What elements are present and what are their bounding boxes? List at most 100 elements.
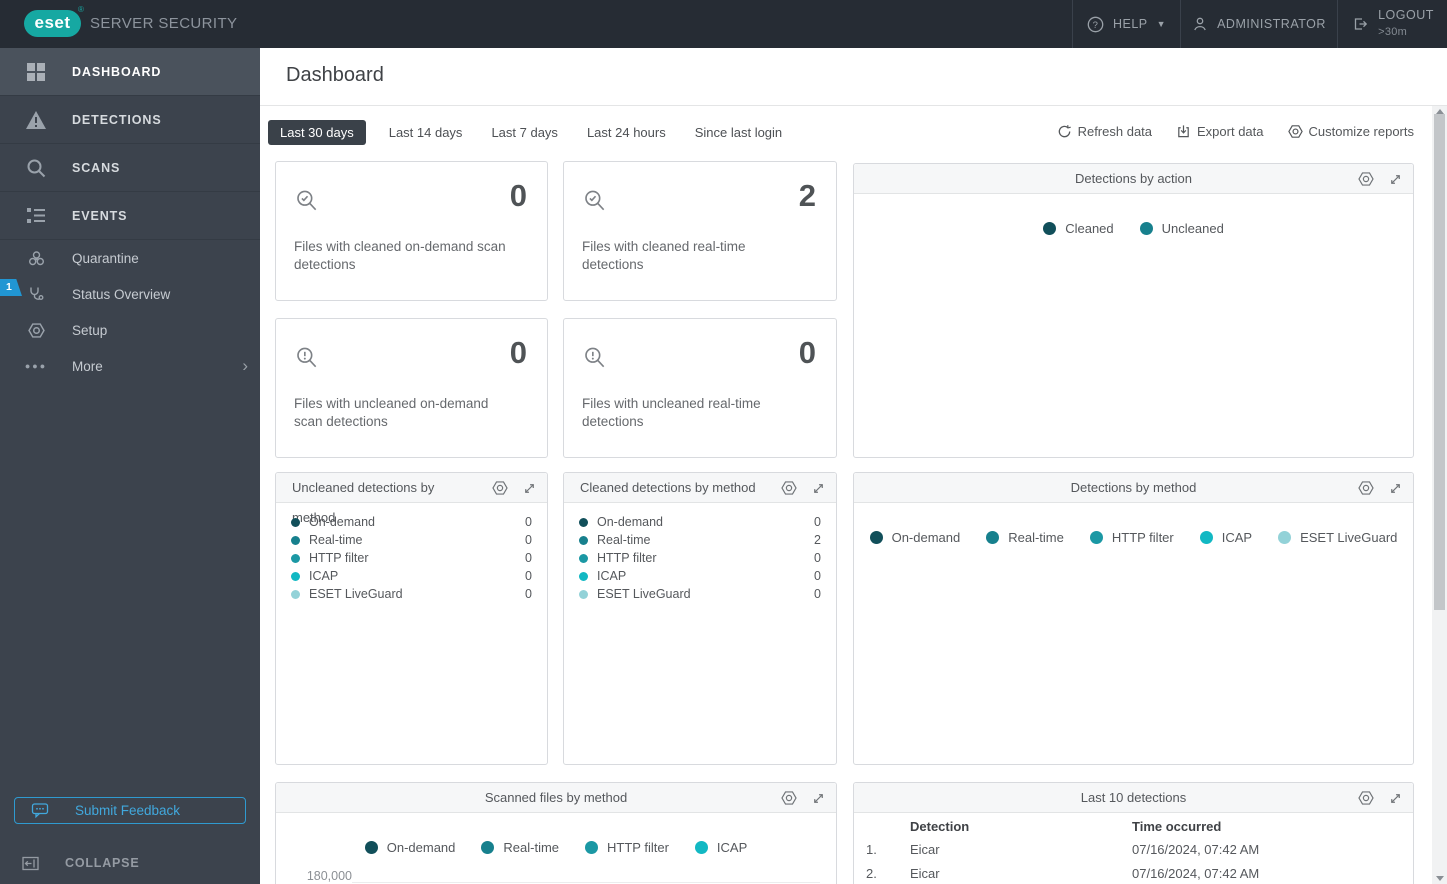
logout-label: LOGOUT <box>1378 8 1434 23</box>
legend-value: 0 <box>525 587 532 601</box>
panel-header: Scanned files by method <box>276 783 836 813</box>
sidebar-item-quarantine[interactable]: Quarantine <box>0 240 260 276</box>
legend-item: Real-time <box>481 840 559 855</box>
legend-dot <box>291 589 300 599</box>
refresh-data-button[interactable]: Refresh data <box>1057 124 1152 139</box>
gear-icon[interactable] <box>492 480 508 496</box>
vertical-scrollbar[interactable] <box>1432 106 1447 884</box>
y-axis-label: 180,000 <box>306 869 352 883</box>
export-data-button[interactable]: Export data <box>1176 124 1264 139</box>
refresh-label: Refresh data <box>1077 124 1153 139</box>
sidebar-item-label: SCANS <box>72 160 121 175</box>
card-value: 0 <box>509 335 527 370</box>
legend-label: ICAP <box>716 839 748 855</box>
sidebar-item-scans[interactable]: SCANS <box>0 144 260 192</box>
gear-icon <box>1287 124 1303 139</box>
eset-logo: eset <box>24 10 81 37</box>
summary-card-cleaned-real-time[interactable]: 2 Files with cleaned real-time detection… <box>563 161 837 301</box>
detections-by-action-panel: Detections by action 00.511.522.506/21/2… <box>853 163 1414 458</box>
legend-value: 0 <box>814 515 821 529</box>
sidebar-item-more[interactable]: ●●● More › <box>0 348 260 384</box>
expand-icon[interactable] <box>1388 791 1403 806</box>
scrollbar-thumb[interactable] <box>1434 114 1445 610</box>
help-label: HELP <box>1112 17 1148 31</box>
tab-last-14-days[interactable]: Last 14 days <box>383 120 469 145</box>
legend-dot <box>1043 221 1057 235</box>
legend-value: 0 <box>525 551 532 565</box>
legend-dot <box>1199 530 1213 544</box>
legend-label: Real-time <box>309 533 363 547</box>
panel-title: Scanned files by method <box>484 790 628 805</box>
table-cell: 1. <box>866 842 877 857</box>
summary-card-uncleaned-real-time[interactable]: 0 Files with uncleaned real-time detecti… <box>563 318 837 458</box>
legend-item: Real-time <box>986 530 1064 545</box>
tab-since-last-login[interactable]: Since last login <box>689 120 788 145</box>
legend-label: On-demand <box>891 529 961 545</box>
table-cell: 07/16/2024, 07:42 AM <box>1132 842 1260 857</box>
expand-icon[interactable] <box>1388 481 1403 496</box>
card-label: Files with cleaned on-demand scan detect… <box>294 239 506 273</box>
dashboard-toolbar: Refresh data Export data Customize repor… <box>1057 124 1414 139</box>
table-row[interactable]: 1. Eicar 07/16/2024, 07:42 AM <box>854 842 1259 866</box>
legend-label: ICAP <box>1221 529 1253 545</box>
gear-icon[interactable]: 00.511.522.506/21/202407/01/202407/09/20… <box>1358 171 1374 187</box>
logout-button[interactable]: LOGOUT >30m <box>1337 0 1447 48</box>
magnifier-alert-icon <box>294 345 320 376</box>
submit-feedback-button[interactable]: Submit Feedback <box>14 797 246 824</box>
card-value: 0 <box>798 335 816 370</box>
customize-reports-button[interactable]: Customize reports <box>1287 124 1414 139</box>
legend-value: 0 <box>525 515 532 529</box>
magnifier-icon <box>0 158 72 178</box>
gear-icon[interactable] <box>781 480 797 496</box>
sidebar-item-status-overview[interactable]: Status Overview <box>0 276 260 312</box>
summary-card-uncleaned-on-demand[interactable]: 0 Files with uncleaned on-demand scan de… <box>275 318 548 458</box>
product-name: SERVER SECURITY <box>90 15 238 32</box>
expand-icon[interactable] <box>522 481 537 496</box>
legend-value: 0 <box>814 551 821 565</box>
sidebar-item-label: DASHBOARD <box>72 64 162 79</box>
tab-last-30-days[interactable]: Last 30 days <box>268 120 366 145</box>
legend-dot <box>1139 221 1153 235</box>
legend-row: HTTP filter 0 <box>564 549 836 567</box>
collapse-button[interactable]: COLLAPSE <box>22 849 139 877</box>
help-menu[interactable]: ? HELP ▼ <box>1072 0 1180 48</box>
legend-label: Uncleaned <box>1161 220 1224 236</box>
user-menu[interactable]: ADMINISTRATOR <box>1180 0 1337 48</box>
tab-last-7-days[interactable]: Last 7 days <box>485 120 564 145</box>
gear-icon[interactable] <box>1358 790 1374 806</box>
expand-icon[interactable] <box>1388 172 1403 187</box>
detections-by-method-panel: Detections by method 00.511.522.506/21/2… <box>853 472 1414 765</box>
panel-title: Last 10 detections <box>1080 790 1187 805</box>
legend-dot <box>986 530 1000 544</box>
panel-header: Cleaned detections by method <box>564 473 836 503</box>
tab-last-24-hours[interactable]: Last 24 hours <box>581 120 672 145</box>
sidebar-item-events[interactable]: EVENTS <box>0 192 260 240</box>
page-title: Dashboard <box>286 64 384 86</box>
sidebar-item-dashboard[interactable]: DASHBOARD <box>0 48 260 96</box>
ellipsis-icon: ●●● <box>24 361 48 371</box>
expand-icon[interactable] <box>811 791 826 806</box>
scroll-down-arrow[interactable] <box>1436 876 1444 881</box>
table-row[interactable]: 2. Eicar 07/16/2024, 07:42 AM <box>854 866 1259 884</box>
sidebar: DASHBOARD DETECTIONS SCANS EVENTS Quaran… <box>0 48 260 884</box>
legend-dot <box>291 517 300 527</box>
gear-icon[interactable] <box>781 790 797 806</box>
registered-mark: ® <box>78 5 84 14</box>
table-cell: 07/16/2024, 07:42 AM <box>1132 866 1260 881</box>
expand-icon[interactable] <box>811 481 826 496</box>
legend-dot <box>869 530 883 544</box>
legend-row: HTTP filter 0 <box>276 549 547 567</box>
panel-header: Detections by action 00.511.522.506/21/2… <box>854 164 1413 194</box>
quarantine-icon <box>0 250 72 267</box>
summary-card-cleaned-on-demand[interactable]: 0 Files with cleaned on-demand scan dete… <box>275 161 548 301</box>
gear-icon[interactable]: 00.511.522.506/21/202407/01/202407/09/20… <box>1358 480 1374 496</box>
cleaned-by-method-panel: Cleaned detections by method On-demand 0 R… <box>563 472 837 765</box>
magnifier-check-icon <box>294 188 320 219</box>
legend-label: Real-time <box>1008 529 1064 545</box>
legend-label: ESET LiveGuard <box>597 587 691 601</box>
svg-text:?: ? <box>1093 20 1099 31</box>
sidebar-item-setup[interactable]: Setup <box>0 312 260 348</box>
sidebar-item-detections[interactable]: DETECTIONS <box>0 96 260 144</box>
legend-label: HTTP filter <box>597 551 657 565</box>
detections-table: Detection Time occurred 1. Eicar 07/16/2024… <box>854 819 1259 884</box>
